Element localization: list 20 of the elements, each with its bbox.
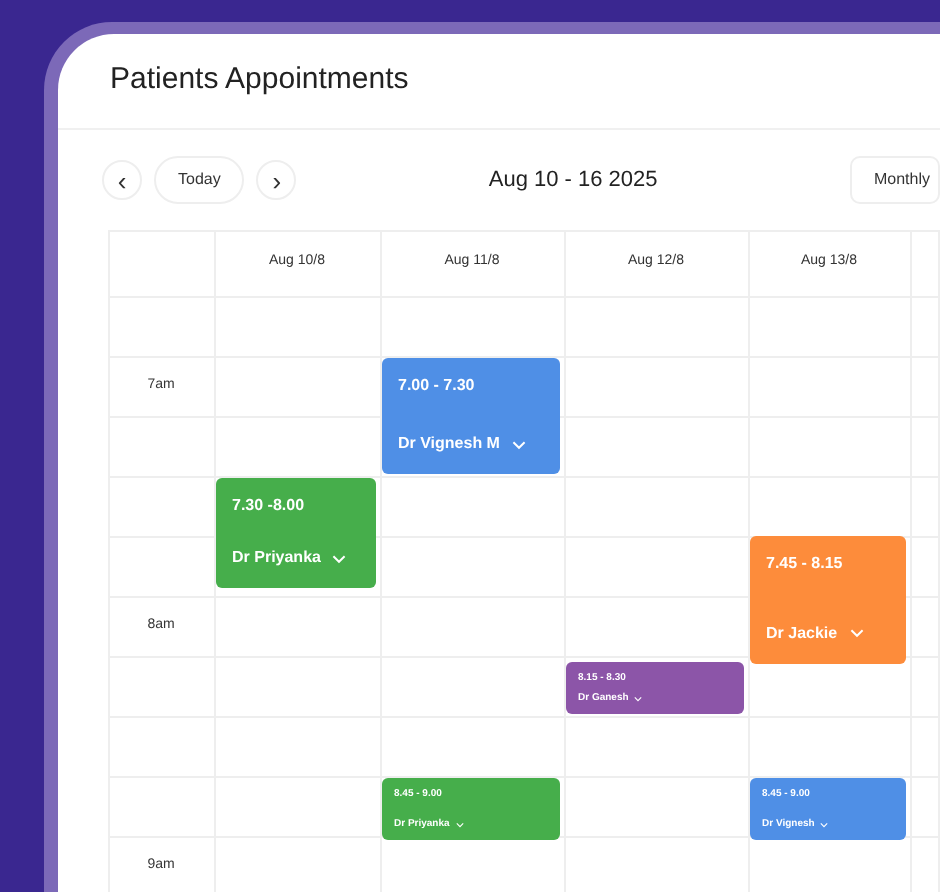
view-dropdown[interactable]: Monthly xyxy=(849,156,940,204)
appointment-time: 7.45 - 8.15 xyxy=(766,551,845,575)
chevron-down-icon[interactable] xyxy=(332,553,347,563)
chevron-down-icon[interactable] xyxy=(849,628,864,638)
chevron-down-icon[interactable] xyxy=(511,439,526,449)
appointment-time: 7.00 - 7.30 xyxy=(398,374,477,398)
appointment-time: 7.30 -8.00 xyxy=(232,494,307,518)
today-button[interactable]: Today xyxy=(154,156,245,204)
doctor-name: Dr Jackie xyxy=(766,621,838,645)
previous-button[interactable]: ‹ xyxy=(102,160,142,200)
date-range: Aug 10 - 16 2025 xyxy=(488,165,658,196)
doctor-name: Dr Priyanka xyxy=(232,546,321,570)
appointment-card[interactable]: 7.00 - 7.30 Dr Vignesh M xyxy=(382,358,560,474)
chevron-down-icon[interactable] xyxy=(455,821,464,828)
next-button[interactable]: › xyxy=(256,160,297,200)
chevron-down-icon[interactable] xyxy=(634,695,643,702)
appointment-card[interactable]: 7.30 -8.00 Dr Priyanka xyxy=(216,478,376,588)
page-title: Patients Appointments xyxy=(110,60,409,101)
doctor-name: Dr Vignesh M xyxy=(398,432,500,456)
chevron-down-icon[interactable] xyxy=(820,821,829,828)
